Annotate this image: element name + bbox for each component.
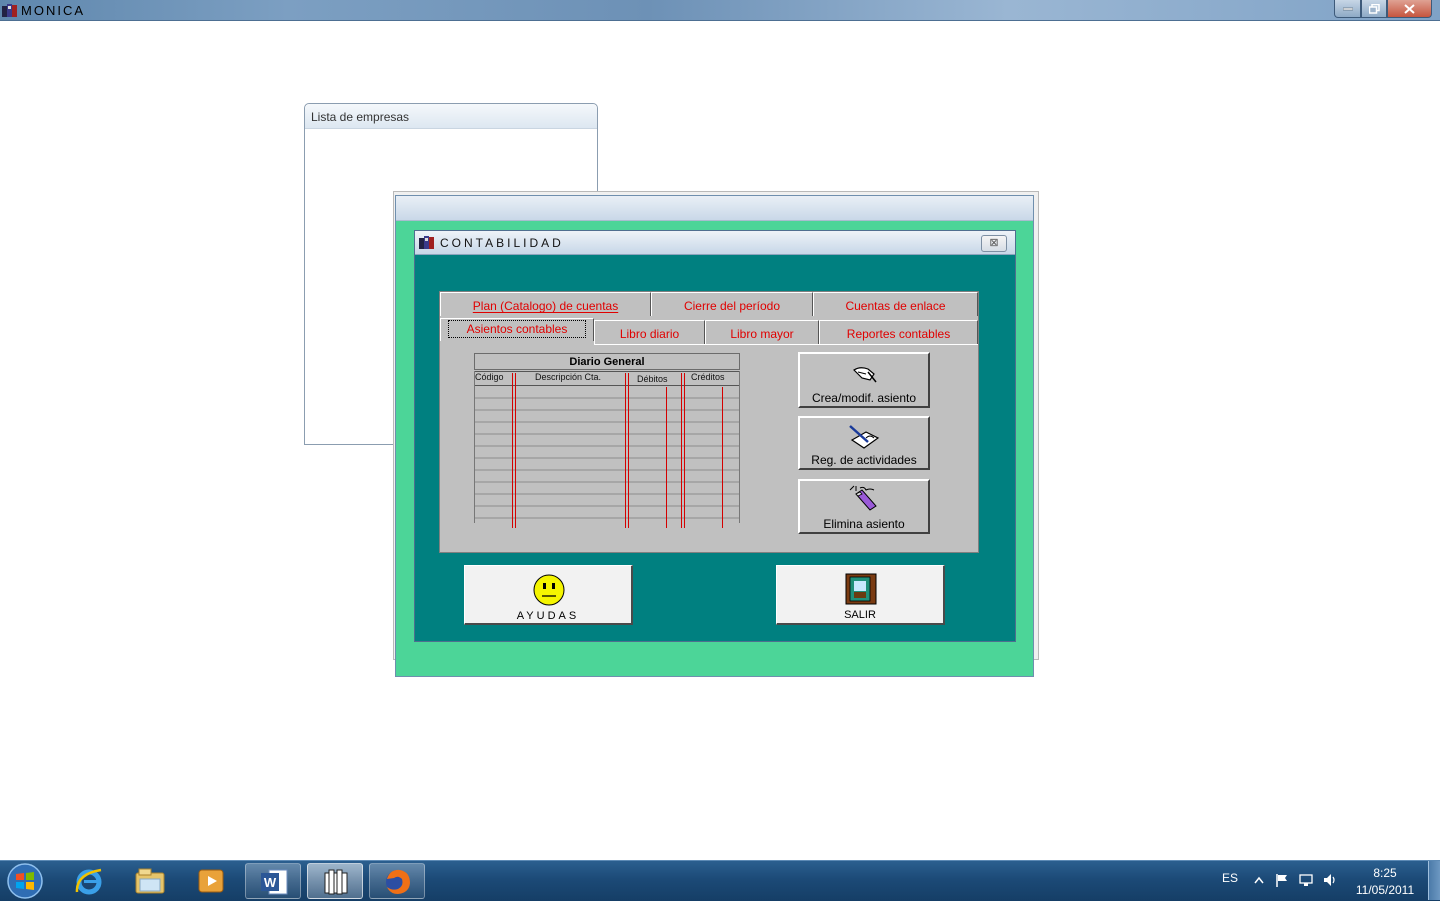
taskbar-media-player[interactable]	[183, 863, 239, 899]
diario-general-ledger: Diario General Código Descripción Cta. D…	[474, 353, 740, 528]
tab-label: Libro mayor	[730, 327, 794, 341]
lista-empresas-title: Lista de empresas	[311, 110, 410, 124]
outer-window-titlebar	[396, 196, 1033, 221]
svg-text:W: W	[264, 875, 277, 890]
smiley-icon	[533, 574, 565, 606]
taskbar-firefox[interactable]	[369, 863, 425, 899]
clock-time[interactable]: 8:25	[1352, 866, 1418, 880]
notepad-pencil-icon	[849, 425, 880, 449]
app-title: MONICA	[21, 3, 85, 18]
reg-actividades-button[interactable]: Reg. de actividades	[798, 416, 930, 470]
ledger-grid	[474, 371, 740, 528]
restore-button[interactable]	[1361, 0, 1387, 18]
taskbar-word[interactable]: W	[245, 863, 301, 899]
dialog-title: CONTABILIDAD	[440, 236, 564, 250]
volume-icon[interactable]	[1322, 872, 1338, 888]
network-icon[interactable]	[1298, 872, 1314, 888]
tab-cierre-periodo[interactable]: Cierre del período	[651, 292, 813, 316]
taskbar-windows-explorer[interactable]	[122, 863, 178, 899]
app-titlebar: MONICA	[0, 0, 1440, 21]
crea-modif-asiento-button[interactable]: Crea/modif. asiento	[798, 352, 930, 408]
action-center-flag-icon[interactable]	[1274, 872, 1290, 888]
minimize-button[interactable]	[1334, 0, 1361, 18]
button-label: AYUDAS	[516, 610, 580, 622]
start-button[interactable]	[5, 862, 45, 900]
clock-date[interactable]: 11/05/2011	[1352, 883, 1418, 897]
restore-icon	[1368, 3, 1380, 14]
word-icon: W	[261, 869, 288, 895]
tab-label: Cuentas de enlace	[845, 299, 946, 313]
button-label: SALIR	[844, 609, 876, 621]
tab-reportes-contables[interactable]: Reportes contables	[819, 320, 978, 344]
media-player-icon	[198, 869, 224, 893]
close-button[interactable]	[1387, 0, 1432, 18]
internet-explorer-icon	[75, 868, 102, 895]
tab-asientos-contables[interactable]: Asientos contables	[440, 318, 594, 341]
taskbar-monica-app[interactable]	[307, 863, 363, 899]
tab-libro-diario[interactable]: Libro diario	[594, 320, 705, 344]
tab-cuentas-enlace[interactable]: Cuentas de enlace	[813, 292, 978, 316]
windows-explorer-icon	[135, 868, 165, 894]
button-label: Elimina asiento	[823, 517, 905, 531]
tab-plan-cuentas[interactable]: Plan (Catalogo) de cuentas	[440, 292, 651, 316]
dialog-titlebar[interactable]: CONTABILIDAD ⊠	[415, 231, 1015, 255]
dialog-close-button[interactable]: ⊠	[981, 235, 1007, 252]
monica-app-icon	[324, 869, 348, 895]
lista-empresas-titlebar[interactable]: Lista de empresas	[305, 104, 597, 129]
show-desktop-button[interactable]	[1428, 861, 1440, 900]
tab-separator	[594, 344, 978, 345]
tab-label: Reportes contables	[846, 327, 951, 341]
tab-libro-mayor[interactable]: Libro mayor	[705, 320, 819, 344]
exit-door-icon	[845, 573, 877, 605]
button-label: Reg. de actividades	[811, 453, 917, 467]
tab-label: Cierre del período	[683, 299, 781, 313]
eraser-icon	[849, 485, 877, 511]
button-label: Crea/modif. asiento	[811, 391, 917, 405]
close-icon	[1404, 3, 1415, 14]
show-hidden-icons-icon[interactable]	[1251, 872, 1267, 888]
language-indicator[interactable]: ES	[1222, 871, 1238, 885]
app-icon	[2, 4, 17, 17]
salir-button[interactable]: SALIR	[776, 565, 945, 625]
ayudas-button[interactable]: AYUDAS	[464, 565, 633, 625]
taskbar-internet-explorer[interactable]	[61, 863, 117, 899]
tab-label: Plan (Catalogo) de cuentas	[472, 299, 619, 313]
app-icon	[419, 236, 434, 249]
elimina-asiento-button[interactable]: Elimina asiento	[798, 479, 930, 534]
firefox-icon	[386, 869, 410, 894]
tab-label: Asientos contables	[447, 320, 587, 338]
hand-writing-icon	[853, 367, 877, 383]
close-icon: ⊠	[989, 237, 999, 249]
minimize-icon	[1342, 7, 1353, 10]
tab-label: Libro diario	[619, 327, 680, 341]
